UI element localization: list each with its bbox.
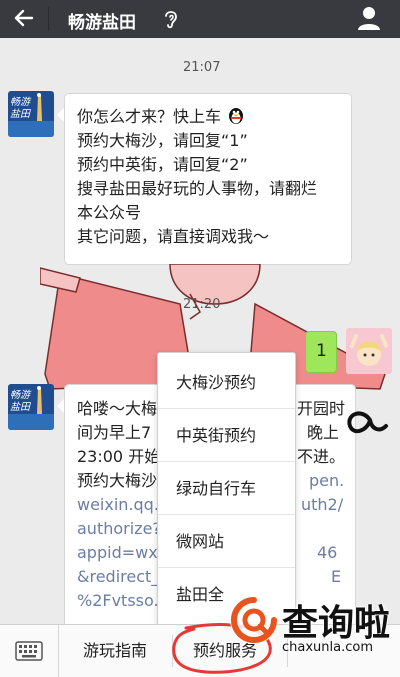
sticker-fragment [347,411,388,434]
message-line: 本公众号 [77,203,142,222]
message-link[interactable]: E [331,565,341,589]
avatar[interactable]: 畅游盐田 [8,384,54,430]
watermark-logo-icon [230,596,278,644]
message-line: 你怎么才来？快上车 [77,105,246,129]
message-bubble[interactable]: 你怎么才来？快上车 预约大梅沙，请回复“1” 预约中英街，请回复“2” 搜寻盐田… [57,93,352,265]
message-line: 晚上 [307,423,340,442]
message-line: 预约中英街，请回复“2” [77,155,248,174]
watermark: 查询啦 chaxunla.com [226,588,398,672]
service-menu: 大梅沙预约 中英街预约 绿动自行车 微网站 盐田全 [157,352,296,626]
menu-item-zhongyingjie[interactable]: 中英街预约 [158,410,295,462]
title-bar: 畅游盐田 [0,0,400,38]
penguin-icon [229,108,244,124]
header-divider [48,7,49,31]
keyboard-toggle-button[interactable] [0,625,59,677]
message-link[interactable]: 46 [317,541,337,565]
message-line: 开园时 [297,399,346,418]
sent-message-bubble[interactable]: 1 [305,331,337,373]
avatar[interactable]: 畅游盐田 [8,91,54,137]
user-avatar[interactable] [346,328,392,374]
message-link[interactable]: uth2/ [301,493,343,517]
menu-item-microsite[interactable]: 微网站 [158,516,295,568]
message-link[interactable]: weixin.qq. [77,493,159,517]
tab-guide[interactable]: 游玩指南 [58,625,172,677]
message-line: 搜寻盐田最好玩的人事物，请翻烂 [77,179,318,198]
message-line: 间为早上7 [77,423,152,442]
person-icon[interactable] [356,5,382,31]
cartoon-girl-avatar-icon [346,328,392,374]
message-line: 其它问题，请直接调戏我～ [77,227,270,246]
avatar-label: 畅游盐田 [10,390,30,413]
menu-item-dameisha[interactable]: 大梅沙预约 [158,357,295,409]
keyboard-icon [15,641,43,661]
arrow-left-icon[interactable] [12,6,36,30]
message-link[interactable]: appid=wx [77,541,158,565]
message-line: 23:00 开始 [77,447,161,466]
message-link[interactable]: authorize? [77,517,161,541]
message-link[interactable]: %2Fvtsso. [77,589,159,613]
message-line: 不进。 [297,447,346,466]
avatar-label: 畅游盐田 [10,97,30,120]
sent-message-text: 1 [316,341,327,361]
message-line: 哈喽～大梅 [77,399,158,418]
message-link[interactable]: pen. [309,469,344,493]
ear-icon[interactable] [160,7,182,31]
page-title: 畅游盐田 [68,13,136,33]
timestamp: 21:07 [183,60,221,75]
message-line: 预约大梅沙，请回复“1” [77,131,248,150]
menu-item-bicycle[interactable]: 绿动自行车 [158,463,295,515]
message-text: 你怎么才来？快上车 [77,107,222,126]
watermark-url: chaxunla.com [282,640,373,655]
message-link[interactable]: &redirect_ [77,565,159,589]
message-line: 预约大梅沙 [77,471,158,490]
watermark-text: 查询啦 [282,603,391,644]
timestamp: 21:20 [183,297,221,312]
